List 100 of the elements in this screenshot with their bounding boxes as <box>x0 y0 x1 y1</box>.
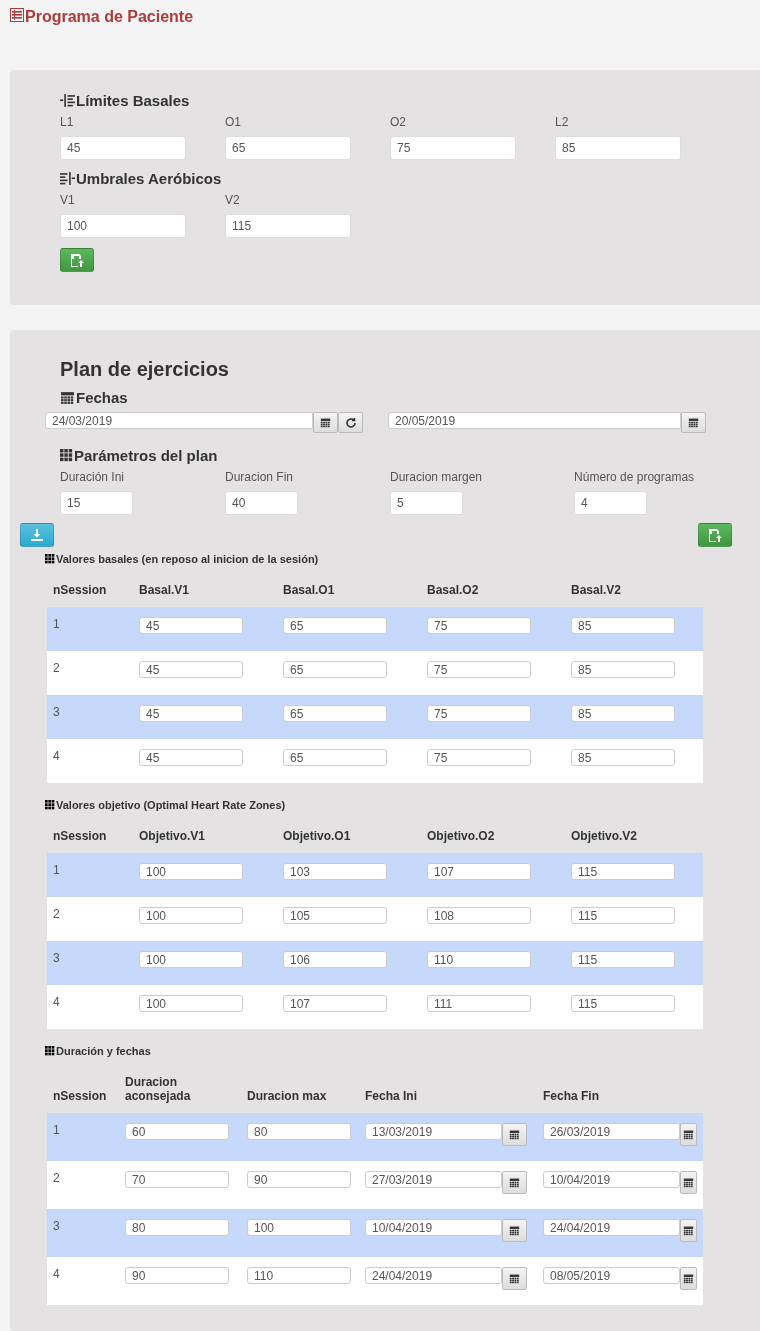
date-field[interactable]: 24/04/2019 <box>365 1267 502 1284</box>
download-button[interactable] <box>20 523 54 547</box>
date-field[interactable]: 27/03/2019 <box>365 1171 502 1188</box>
table-title: Duración y fechas <box>56 1045 151 1057</box>
field-label: O1 <box>225 115 242 129</box>
date-field[interactable]: 26/03/2019 <box>543 1123 680 1140</box>
number-field[interactable]: 100 <box>139 951 243 968</box>
number-field[interactable]: 45 <box>139 705 243 722</box>
number-field[interactable]: 45 <box>139 749 243 766</box>
table-title: Valores basales (en reposo al inicion de la sesión) <box>56 553 319 565</box>
save-icon <box>708 528 722 542</box>
calendar-button[interactable] <box>502 1171 527 1194</box>
number-field[interactable]: 85 <box>571 661 675 678</box>
calendar-icon <box>683 1177 694 1188</box>
date-field[interactable]: 20/05/2019 <box>388 412 681 429</box>
calendar-button[interactable] <box>502 1123 527 1146</box>
field-label: O2 <box>390 115 407 129</box>
date-field[interactable]: 24/04/2019 <box>543 1219 680 1236</box>
number-field[interactable]: 106 <box>283 951 387 968</box>
number-field[interactable]: 103 <box>283 863 387 880</box>
calendar-button[interactable] <box>681 412 706 433</box>
column-header: Objetivo.O1 <box>282 828 352 845</box>
page-title: Programa de Paciente <box>25 8 194 26</box>
number-field[interactable]: 65 <box>225 136 351 160</box>
number-field[interactable]: 107 <box>283 995 387 1012</box>
column-header: Objetivo.O2 <box>426 828 496 845</box>
calendar-icon <box>509 1273 520 1284</box>
number-field[interactable]: 100 <box>139 995 243 1012</box>
number-field[interactable]: 100 <box>139 907 243 924</box>
number-field[interactable]: 65 <box>283 749 387 766</box>
number-field[interactable]: 110 <box>247 1267 351 1284</box>
column-header: Duracion aconsejada <box>124 1074 192 1105</box>
number-field[interactable]: 115 <box>571 995 675 1012</box>
number-field[interactable]: 70 <box>125 1171 229 1188</box>
number-field[interactable]: 40 <box>225 491 298 515</box>
number-field[interactable]: 5 <box>390 491 463 515</box>
number-field[interactable]: 100 <box>60 214 186 238</box>
session-number: 4 <box>53 995 60 1009</box>
save-button[interactable] <box>60 248 94 272</box>
number-field[interactable]: 45 <box>60 136 186 160</box>
date-field[interactable]: 10/04/2019 <box>543 1171 680 1188</box>
number-field[interactable]: 107 <box>427 863 531 880</box>
number-field[interactable]: 75 <box>427 749 531 766</box>
refresh-icon <box>344 416 357 429</box>
calendar-button[interactable] <box>502 1267 527 1290</box>
number-field[interactable]: 75 <box>427 661 531 678</box>
indent-icon <box>60 93 75 108</box>
number-field[interactable]: 65 <box>283 617 387 634</box>
number-field[interactable]: 75 <box>427 705 531 722</box>
grid-icon <box>60 449 73 462</box>
number-field[interactable]: 90 <box>247 1171 351 1188</box>
number-field[interactable]: 15 <box>60 491 133 515</box>
date-field[interactable]: 13/03/2019 <box>365 1123 502 1140</box>
number-field[interactable]: 65 <box>283 661 387 678</box>
calendar-button[interactable] <box>680 1267 697 1290</box>
number-field[interactable]: 85 <box>571 705 675 722</box>
number-field[interactable]: 90 <box>125 1267 229 1284</box>
column-header: Basal.V1 <box>138 582 191 599</box>
number-field[interactable]: 65 <box>283 705 387 722</box>
number-field[interactable]: 105 <box>283 907 387 924</box>
number-field[interactable]: 100 <box>247 1219 351 1236</box>
number-field[interactable]: 108 <box>427 907 531 924</box>
date-field[interactable]: 08/05/2019 <box>543 1267 680 1284</box>
number-field[interactable]: 75 <box>390 136 516 160</box>
calendar-button[interactable] <box>680 1123 697 1146</box>
calendar-button[interactable] <box>680 1171 697 1194</box>
calendar-icon <box>683 1129 694 1140</box>
number-field[interactable]: 110 <box>427 951 531 968</box>
number-field[interactable]: 115 <box>571 907 675 924</box>
number-field[interactable]: 111 <box>427 995 531 1012</box>
number-field[interactable]: 60 <box>125 1123 229 1140</box>
date-field[interactable]: 10/04/2019 <box>365 1219 502 1236</box>
session-number: 1 <box>53 863 60 877</box>
section-title: Umbrales Aeróbicos <box>76 170 222 187</box>
section-title: Parámetros del plan <box>74 447 218 464</box>
number-field[interactable]: 85 <box>571 617 675 634</box>
calendar-icon <box>688 417 699 428</box>
number-field[interactable]: 4 <box>574 491 648 515</box>
refresh-button[interactable] <box>338 412 363 433</box>
calendar-button[interactable] <box>680 1219 697 1242</box>
number-field[interactable]: 115 <box>571 951 675 968</box>
field-label: Duración Ini <box>60 470 126 484</box>
number-field[interactable]: 45 <box>139 617 243 634</box>
number-field[interactable]: 80 <box>125 1219 229 1236</box>
column-header: nSession <box>52 1088 108 1105</box>
field-label: L1 <box>60 115 75 129</box>
number-field[interactable]: 45 <box>139 661 243 678</box>
calendar-button[interactable] <box>502 1219 527 1242</box>
number-field[interactable]: 85 <box>555 136 681 160</box>
download-icon <box>31 529 43 541</box>
save-button[interactable] <box>698 523 732 547</box>
number-field[interactable]: 80 <box>247 1123 351 1140</box>
number-field[interactable]: 85 <box>571 749 675 766</box>
indent-icon <box>60 171 75 186</box>
number-field[interactable]: 75 <box>427 617 531 634</box>
calendar-button[interactable] <box>313 412 338 433</box>
number-field[interactable]: 115 <box>571 863 675 880</box>
date-field[interactable]: 24/03/2019 <box>45 412 313 429</box>
number-field[interactable]: 100 <box>139 863 243 880</box>
number-field[interactable]: 115 <box>225 214 351 238</box>
